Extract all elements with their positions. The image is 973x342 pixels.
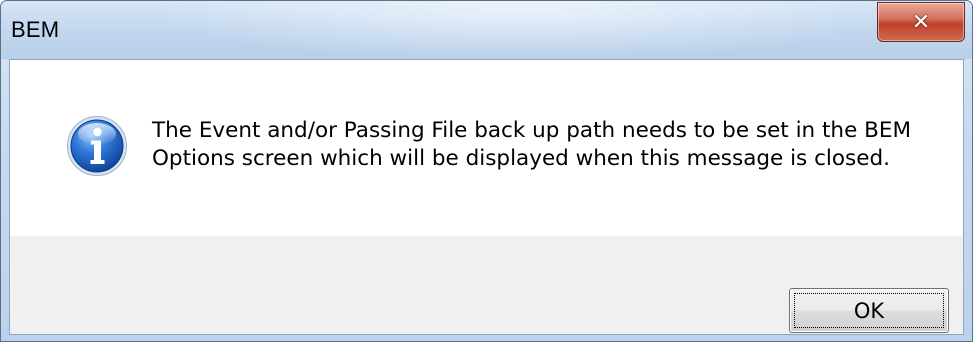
title-bar[interactable]: BEM ✕ <box>1 1 972 59</box>
ok-button-label: OK <box>853 298 885 323</box>
message-dialog: BEM ✕ The Event and/or Passing File back… <box>0 0 973 342</box>
ok-button[interactable]: OK <box>789 288 949 333</box>
dialog-body: The Event and/or Passing File back up pa… <box>9 59 964 335</box>
message-line-2: Options screen which will be displayed w… <box>152 146 890 171</box>
message-line-1: The Event and/or Passing File back up pa… <box>152 118 912 143</box>
window-title: BEM <box>11 17 60 42</box>
close-icon: ✕ <box>911 9 931 35</box>
close-button[interactable]: ✕ <box>877 2 965 42</box>
button-bar: OK <box>10 236 963 334</box>
message-text: The Event and/or Passing File back up pa… <box>152 117 932 173</box>
message-area: The Event and/or Passing File back up pa… <box>10 60 963 236</box>
info-icon <box>67 116 127 176</box>
